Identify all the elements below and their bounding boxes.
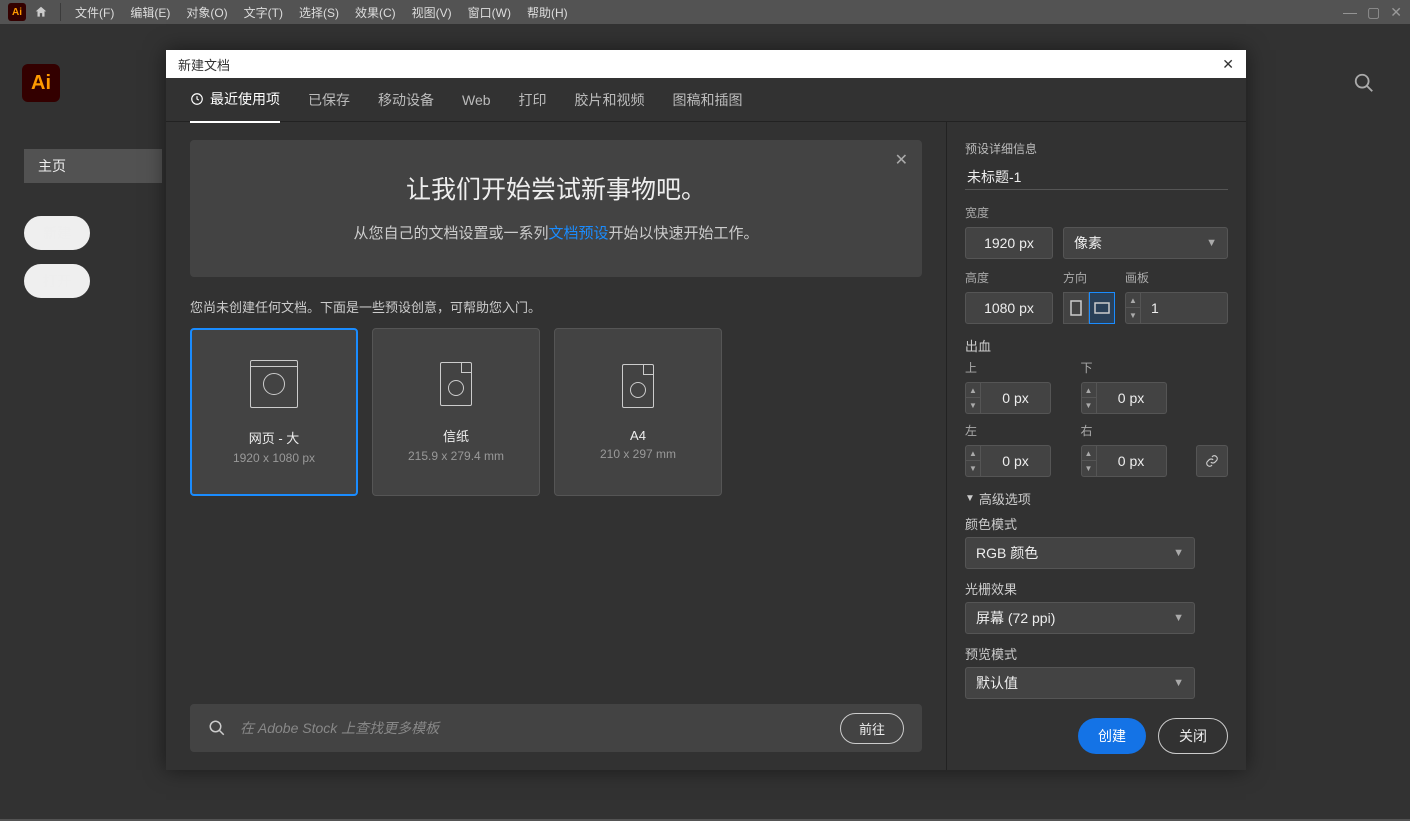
bleed-left-input[interactable]: 0 px (981, 445, 1051, 477)
presets-hint: 您尚未创建任何文档。下面是一些预设创意，可帮助您入门。 (190, 297, 922, 316)
chevron-down-icon: ▼ (1173, 612, 1184, 624)
menu-object[interactable]: 对象(O) (180, 4, 233, 21)
new-button[interactable]: 新建 (24, 216, 90, 250)
minimize-icon[interactable]: — (1343, 4, 1357, 21)
banner-subtext: 从您自己的文档设置或一系列文档预设开始以快速开始工作。 (210, 222, 902, 243)
document-icon (440, 362, 472, 406)
tab-saved[interactable]: 已保存 (308, 78, 350, 122)
close-button[interactable]: 关闭 (1158, 718, 1228, 754)
panel-title: 预设详细信息 (965, 140, 1228, 157)
stock-search-bar: 前往 (190, 704, 922, 752)
raster-effects-select[interactable]: 屏幕 (72 ppi)▼ (965, 602, 1195, 634)
window-close-icon[interactable]: ✕ (1390, 4, 1402, 21)
tab-print[interactable]: 打印 (519, 78, 547, 122)
document-icon (622, 364, 654, 408)
bleed-bottom-stepper[interactable]: ▲▼ (1081, 382, 1097, 414)
bleed-top-stepper[interactable]: ▲▼ (965, 382, 981, 414)
orientation-label: 方向 (1063, 269, 1115, 286)
bleed-right-stepper[interactable]: ▲▼ (1081, 445, 1097, 477)
preset-details-panel: 预设详细信息 宽度 1920 px x 像素▼ 高度 1080 px (946, 122, 1246, 770)
artboards-label: 画板 (1125, 269, 1228, 286)
dialog-tabs: 最近使用项 已保存 移动设备 Web 打印 胶片和视频 图稿和插图 (166, 78, 1246, 122)
preview-mode-select[interactable]: 默认值▼ (965, 667, 1195, 699)
color-mode-label: 颜色模式 (965, 514, 1228, 533)
presets-panel: ✕ 让我们开始尝试新事物吧。 从您自己的文档设置或一系列文档预设开始以快速开始工… (166, 122, 946, 770)
create-button[interactable]: 创建 (1078, 718, 1146, 754)
banner: ✕ 让我们开始尝试新事物吧。 从您自己的文档设置或一系列文档预设开始以快速开始工… (190, 140, 922, 277)
menu-help[interactable]: 帮助(H) (521, 4, 574, 21)
bleed-right-input[interactable]: 0 px (1097, 445, 1167, 477)
search-icon[interactable] (1353, 72, 1375, 94)
banner-close-icon[interactable]: ✕ (895, 150, 908, 170)
menu-file[interactable]: 文件(F) (69, 4, 120, 21)
open-button[interactable]: 打开 (24, 264, 90, 298)
menu-bar: Ai 文件(F) 编辑(E) 对象(O) 文字(T) 选择(S) 效果(C) 视… (0, 0, 1410, 24)
bleed-top-input[interactable]: 0 px (981, 382, 1051, 414)
width-input[interactable]: 1920 px (965, 227, 1053, 259)
unit-select[interactable]: 像素▼ (1063, 227, 1228, 259)
tab-film[interactable]: 胶片和视频 (575, 78, 645, 122)
tab-recent[interactable]: 最近使用项 (190, 77, 280, 123)
color-mode-select[interactable]: RGB 颜色▼ (965, 537, 1195, 569)
link-icon (1205, 454, 1219, 468)
height-label: 高度 (965, 269, 1053, 286)
orientation-landscape-button[interactable] (1089, 292, 1115, 324)
preset-card-letter[interactable]: 信纸 215.9 x 279.4 mm (372, 328, 540, 496)
menu-edit[interactable]: 编辑(E) (124, 4, 176, 21)
bleed-label: 出血 (965, 336, 1228, 355)
orientation-portrait-button[interactable] (1063, 292, 1089, 324)
web-icon (250, 360, 298, 408)
preview-mode-label: 预览模式 (965, 644, 1228, 663)
menu-effect[interactable]: 效果(C) (349, 4, 402, 21)
tab-web[interactable]: Web (462, 80, 491, 120)
chevron-down-icon: ▼ (965, 493, 975, 504)
app-logo-large: Ai (22, 64, 60, 102)
bleed-bottom-input[interactable]: 0 px (1097, 382, 1167, 414)
menu-view[interactable]: 视图(V) (406, 4, 458, 21)
tab-art[interactable]: 图稿和插图 (673, 78, 743, 122)
menu-window[interactable]: 窗口(W) (462, 4, 517, 21)
preset-card-web-large[interactable]: 网页 - 大 1920 x 1080 px (190, 328, 358, 496)
home-tab[interactable]: 主页 (24, 149, 162, 183)
advanced-options-toggle[interactable]: ▼ 高级选项 (965, 489, 1228, 508)
chevron-down-icon: ▼ (1173, 677, 1184, 689)
new-document-dialog: 新建文档 ✕ 最近使用项 已保存 移动设备 Web 打印 胶片和视频 图稿和插图… (166, 50, 1246, 770)
stock-search-input[interactable] (240, 720, 826, 736)
chevron-down-icon: ▼ (1173, 547, 1184, 559)
dialog-close-icon[interactable]: ✕ (1222, 56, 1234, 73)
preset-card-a4[interactable]: A4 210 x 297 mm (554, 328, 722, 496)
chevron-down-icon: ▼ (1206, 237, 1217, 249)
raster-effects-label: 光栅效果 (965, 579, 1228, 598)
bleed-left-stepper[interactable]: ▲▼ (965, 445, 981, 477)
dialog-title: 新建文档 (178, 55, 230, 74)
menu-select[interactable]: 选择(S) (293, 4, 345, 21)
home-icon[interactable] (34, 5, 48, 19)
search-icon (208, 719, 226, 737)
tab-mobile[interactable]: 移动设备 (378, 78, 434, 122)
stock-go-button[interactable]: 前往 (840, 713, 904, 744)
document-name-input[interactable] (965, 165, 1228, 190)
dialog-titlebar: 新建文档 ✕ (166, 50, 1246, 78)
clock-icon (190, 92, 204, 106)
menu-type[interactable]: 文字(T) (238, 4, 289, 21)
banner-link[interactable]: 文档预设 (548, 225, 608, 242)
link-bleed-button[interactable] (1196, 445, 1228, 477)
width-label: 宽度 (965, 204, 1053, 221)
maximize-icon[interactable]: ▢ (1367, 4, 1380, 21)
artboards-stepper[interactable]: ▲▼ (1125, 292, 1141, 324)
height-input[interactable]: 1080 px (965, 292, 1053, 324)
app-logo-small: Ai (8, 3, 26, 21)
banner-heading: 让我们开始尝试新事物吧。 (210, 170, 902, 206)
artboards-input[interactable]: 1 (1141, 292, 1228, 324)
